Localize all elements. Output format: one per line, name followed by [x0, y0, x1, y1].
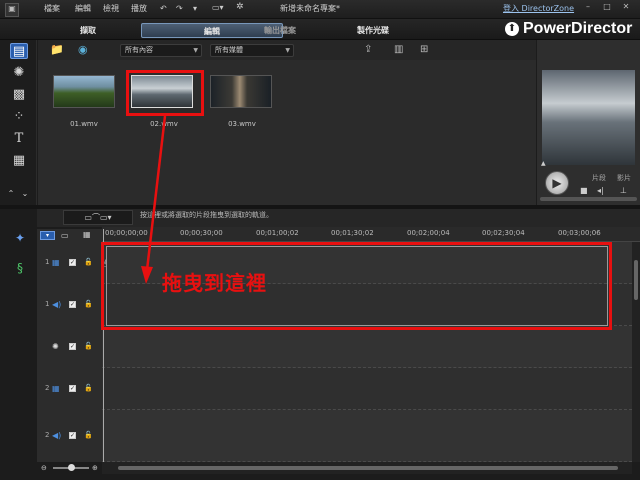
- drag-arrow: [141, 115, 167, 284]
- powerdirector-window: ▣ 檔案 編輯 檢視 播放 ↶ ↷ ▾ ▭▾ ✲ 新增未命名專案* 登入 Dir…: [0, 0, 640, 480]
- drag-here-label: 拖曳到這裡: [162, 271, 267, 295]
